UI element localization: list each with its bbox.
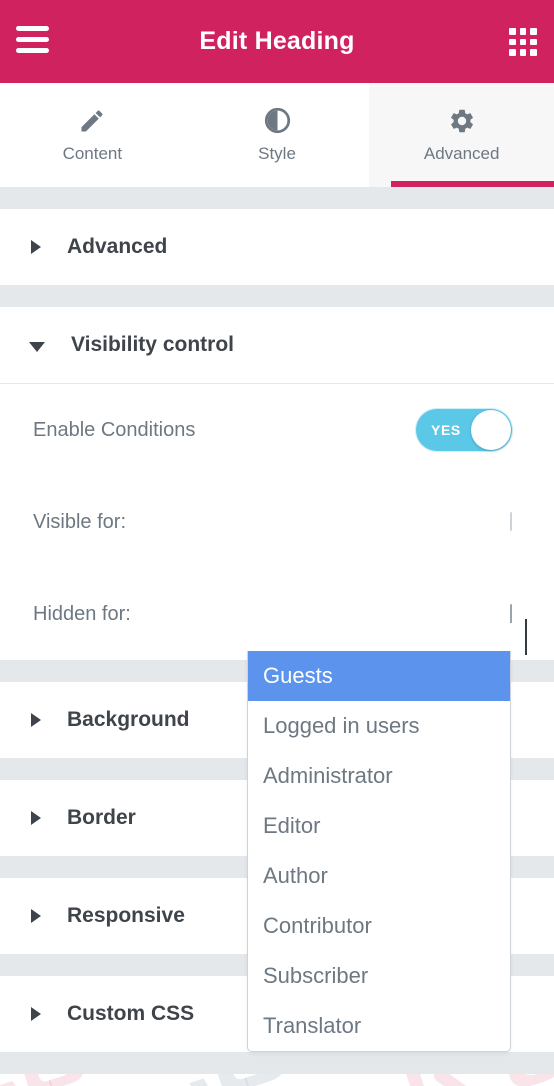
section-title: Custom CSS	[67, 1002, 195, 1025]
tab-content[interactable]: Content	[0, 83, 185, 187]
tab-label: Style	[258, 143, 296, 163]
chevron-right-icon	[31, 240, 41, 254]
hidden-for-field	[510, 604, 527, 655]
section-header-advanced[interactable]: Advanced	[0, 209, 554, 285]
apps-grid-dot	[519, 38, 527, 46]
panel-tabs: Content Style Advanced	[0, 83, 554, 187]
tab-label: Advanced	[423, 143, 500, 163]
apps-grid-dot	[509, 38, 516, 46]
section-gap	[0, 187, 554, 209]
hamburger-bar	[16, 37, 49, 42]
hamburger-bar	[16, 48, 49, 53]
chevron-down-icon	[29, 341, 45, 352]
section-title: Responsive	[67, 904, 185, 927]
tab-advanced[interactable]: Advanced	[369, 83, 554, 187]
visible-for-label: Visible for:	[33, 510, 127, 533]
row-hidden-for: Hidden for:	[0, 568, 554, 660]
hamburger-bar	[16, 26, 49, 31]
enable-conditions-field: YES	[416, 409, 512, 451]
apps-grid-dot	[530, 38, 537, 46]
row-visible-for: Visible for:	[0, 476, 554, 568]
section-gap	[0, 1052, 554, 1074]
apps-grid-dot	[509, 49, 516, 56]
apps-grid-icon[interactable]	[509, 28, 537, 56]
toggle-knob	[471, 410, 511, 450]
dropdown-option-author[interactable]: Author	[248, 851, 510, 901]
chevron-right-icon	[31, 1007, 41, 1021]
contrast-icon	[264, 107, 291, 135]
tab-label: Content	[62, 143, 123, 163]
toggle-value: YES	[431, 422, 461, 438]
hidden-for-input[interactable]	[510, 604, 527, 655]
chevron-right-icon	[31, 811, 41, 825]
dropdown-option-editor[interactable]: Editor	[248, 801, 510, 851]
gear-icon	[448, 107, 476, 135]
apps-grid-dot	[530, 49, 537, 56]
titlebar: Edit Heading	[0, 0, 554, 83]
row-enable-conditions: Enable Conditions YES	[0, 384, 554, 476]
section-title: Border	[67, 806, 136, 829]
dropdown-option-administrator[interactable]: Administrator	[248, 751, 510, 801]
apps-grid-dot	[519, 49, 527, 56]
tab-style[interactable]: Style	[184, 83, 370, 187]
dropdown-option-contributor[interactable]: Contributor	[248, 901, 510, 951]
chevron-right-icon	[31, 713, 41, 727]
section-visibility-control: Visibility control Enable Conditions YES…	[0, 307, 554, 660]
section-title: Visibility control	[71, 333, 234, 356]
pencil-icon	[78, 107, 106, 135]
visible-for-input[interactable]	[510, 512, 512, 531]
chevron-right-icon	[31, 909, 41, 923]
dropdown-option-logged-in-users[interactable]: Logged in users	[248, 701, 510, 751]
dropdown-option-subscriber[interactable]: Subscriber	[248, 951, 510, 1001]
section-advanced: Advanced	[0, 209, 554, 285]
dropdown-option-guests[interactable]: Guests	[248, 651, 510, 701]
apps-grid-dot	[530, 28, 537, 35]
enable-conditions-toggle[interactable]: YES	[416, 409, 512, 451]
apps-grid-dot	[509, 28, 516, 35]
hamburger-menu-icon[interactable]	[16, 26, 49, 53]
visible-for-field	[510, 512, 512, 531]
elementor-editor-panel: وبسایت کار وبسایت کار وبسایت کار وبسایت …	[0, 0, 554, 1086]
hidden-for-dropdown: Guests Logged in users Administrator Edi…	[247, 651, 511, 1052]
enable-conditions-label: Enable Conditions	[33, 418, 196, 441]
hidden-for-label: Hidden for:	[33, 602, 131, 625]
section-gap	[0, 285, 554, 307]
section-header-visibility-control[interactable]: Visibility control	[0, 307, 554, 383]
apps-grid-dot	[519, 28, 527, 35]
section-title: Background	[67, 708, 190, 731]
page-title: Edit Heading	[199, 27, 355, 55]
text-cursor	[525, 619, 527, 655]
dropdown-option-translator[interactable]: Translator	[248, 1001, 510, 1051]
section-title: Advanced	[67, 235, 168, 258]
